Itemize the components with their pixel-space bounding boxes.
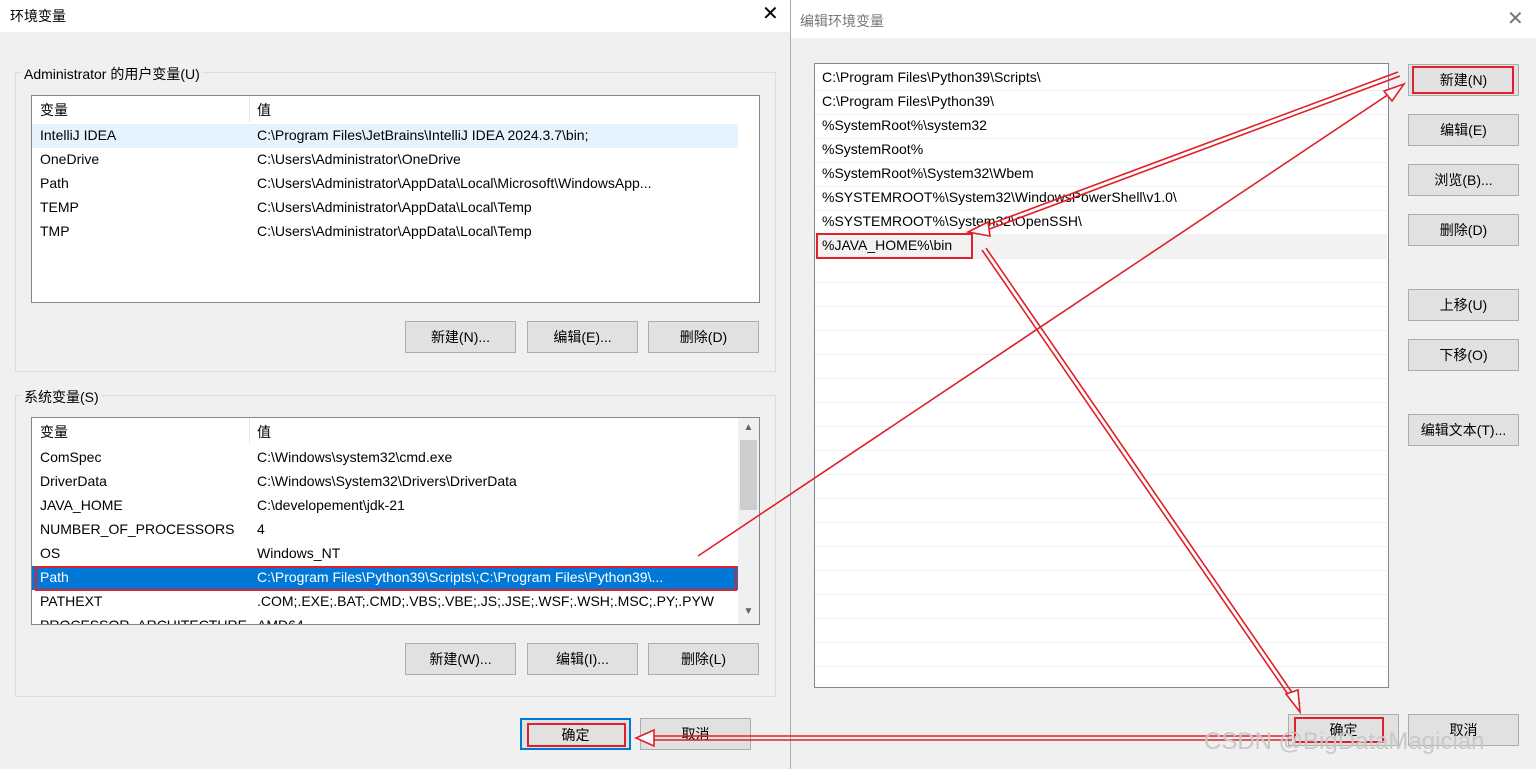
arrow-new-to-entry — [973, 71, 1399, 231]
watermark: CSDN @BigDataMagician — [1204, 728, 1485, 755]
arrow-entry-to-ok — [981, 249, 1297, 707]
annotation-arrows — [634, 71, 1407, 748]
arrow-path-to-new — [697, 87, 1399, 557]
arrowhead — [1284, 688, 1302, 715]
arrowhead — [1382, 82, 1407, 103]
arrow-entry-to-ok-outline — [985, 247, 1301, 705]
arrow-new-to-entry-outline — [975, 75, 1401, 235]
arrowhead — [965, 220, 991, 237]
arrowhead — [634, 728, 655, 748]
